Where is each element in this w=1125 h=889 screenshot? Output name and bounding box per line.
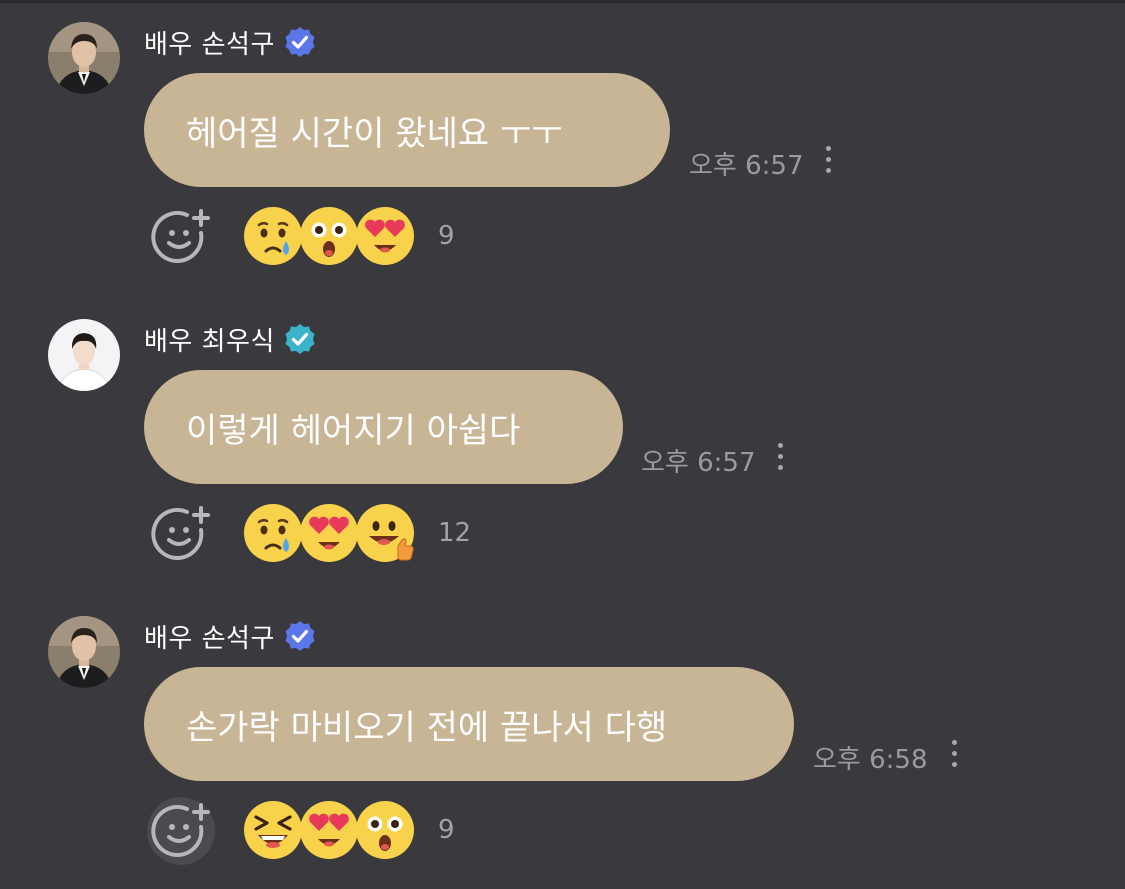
message-time: 오후 6:57	[689, 151, 804, 181]
reaction-list[interactable]: 9	[242, 799, 455, 861]
more-options-icon[interactable]	[950, 740, 958, 772]
more-options-icon[interactable]	[776, 443, 784, 475]
reaction-count: 9	[438, 815, 455, 845]
heart-eyes-face-icon	[298, 502, 360, 564]
reaction-list[interactable]: 12	[242, 502, 471, 564]
author-avatar[interactable]	[48, 319, 120, 391]
message-text: 손가락 마비오기 전에 끝나서 다행	[186, 707, 668, 748]
add-emoji-icon	[151, 209, 210, 263]
reaction-count: 9	[438, 221, 455, 251]
add-emoji-icon	[151, 803, 210, 857]
author-row: 배우 최우식	[144, 319, 317, 359]
message-bubble[interactable]: 헤어질 시간이 왔네요 ㅜㅜ	[144, 73, 670, 187]
more-options-icon[interactable]	[824, 146, 832, 178]
verified-badge-icon	[285, 27, 315, 57]
reaction-count: 12	[438, 518, 472, 548]
crying-face-icon	[242, 502, 304, 564]
heart-eyes-face-icon	[354, 205, 416, 267]
chat-message: 배우 손석구 헤어질 시간이 왔네요 ㅜㅜ 오후 6:57 9	[0, 0, 1125, 295]
reaction-list[interactable]: 9	[242, 205, 455, 267]
author-avatar[interactable]	[48, 22, 120, 94]
verified-badge-icon	[285, 621, 315, 651]
laughing-face-icon	[242, 799, 304, 861]
message-time: 오후 6:57	[641, 448, 756, 478]
message-time: 오후 6:58	[813, 745, 928, 775]
chat-message: 배우 최우식 이렇게 헤어지기 아쉽다 오후 6:57 12	[0, 297, 1125, 592]
message-text: 이렇게 헤어지기 아쉽다	[186, 410, 521, 451]
message-bubble[interactable]: 이렇게 헤어지기 아쉽다	[144, 370, 623, 484]
message-text: 헤어질 시간이 왔네요 ㅜㅜ	[186, 113, 563, 154]
author-row: 배우 손석구	[144, 22, 317, 62]
heart-eyes-face-icon	[298, 799, 360, 861]
author-avatar[interactable]	[48, 616, 120, 688]
crying-face-icon	[242, 205, 304, 267]
chat-message: 배우 손석구 손가락 마비오기 전에 끝나서 다행 오후 6:58 9	[0, 594, 1125, 889]
add-reaction-button[interactable]	[147, 500, 215, 568]
add-emoji-icon	[151, 506, 210, 560]
author-name[interactable]: 배우 손석구	[144, 618, 275, 655]
astonished-face-icon	[298, 205, 360, 267]
thumbs-up-face-icon	[354, 502, 416, 564]
astonished-face-icon	[354, 799, 416, 861]
add-reaction-button[interactable]	[147, 203, 215, 271]
verified-badge-icon	[285, 324, 315, 354]
author-name[interactable]: 배우 손석구	[144, 24, 275, 61]
author-name[interactable]: 배우 최우식	[144, 321, 275, 358]
message-bubble[interactable]: 손가락 마비오기 전에 끝나서 다행	[144, 667, 794, 781]
add-reaction-button[interactable]	[147, 797, 215, 865]
author-row: 배우 손석구	[144, 616, 317, 656]
